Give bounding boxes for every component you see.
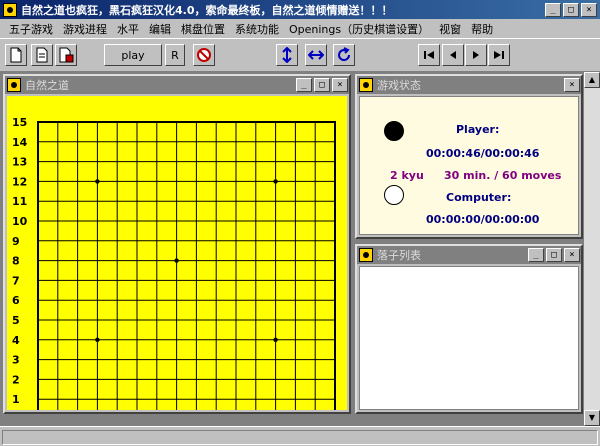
computer-stone-icon	[384, 185, 404, 205]
board-close-button[interactable]: ×	[332, 78, 348, 92]
row-label: 1	[12, 393, 20, 406]
stop-button[interactable]	[193, 44, 215, 66]
move-list-minimize-button[interactable]: _	[528, 248, 544, 262]
rotate-icon	[338, 47, 351, 62]
row-label: 3	[12, 354, 20, 367]
app-icon	[3, 2, 17, 17]
menu-edit[interactable]: 编辑	[144, 21, 176, 37]
row-label: 12	[12, 175, 27, 188]
toolbar: play R	[0, 38, 600, 72]
vertical-arrows-icon	[282, 47, 292, 63]
board-window-title-bar[interactable]: 自然之道 _ □ ×	[5, 76, 349, 94]
step-back-icon	[450, 51, 456, 59]
star-point	[273, 179, 278, 184]
move-list[interactable]	[359, 266, 579, 410]
game-board[interactable]: 151413121110987654321ABCDEFGHIJKLMNOP	[7, 96, 347, 410]
row-label: 6	[12, 294, 20, 307]
open-file-button[interactable]	[31, 44, 53, 66]
time-control-text: 30 min. / 60 moves	[444, 169, 562, 182]
star-point	[95, 179, 100, 184]
scroll-down-button[interactable]: ▼	[584, 410, 600, 426]
row-label: 4	[12, 334, 20, 347]
document-icon	[36, 47, 48, 63]
row-label: 5	[12, 314, 20, 327]
board-maximize-button[interactable]: □	[314, 78, 330, 92]
board-window-icon	[7, 78, 21, 92]
row-label: 11	[12, 195, 27, 208]
step-forward-icon	[473, 51, 479, 59]
status-window: 游戏状态 × Player: 00:00:46/00:00:46 2 kyu 3…	[355, 74, 583, 239]
row-label: 10	[12, 215, 28, 228]
level-text: 2 kyu	[390, 169, 424, 182]
mdi-workspace: 自然之道 _ □ × 151413121110987654321ABCDEFGH…	[0, 72, 600, 426]
menu-level[interactable]: 水平	[112, 21, 144, 37]
last-move-button[interactable]	[488, 44, 510, 66]
close-button[interactable]: ×	[581, 2, 597, 17]
move-list-maximize-button[interactable]: □	[546, 248, 562, 262]
row-label: 13	[12, 156, 27, 169]
horizontal-arrows-icon	[308, 50, 324, 60]
move-list-window: 落子列表 _ □ ×	[355, 244, 583, 414]
move-list-title: 落子列表	[377, 249, 421, 262]
first-move-button[interactable]	[418, 44, 440, 66]
computer-time: 00:00:00/00:00:00	[426, 213, 540, 226]
move-list-icon	[359, 248, 373, 262]
previous-move-button[interactable]	[442, 44, 464, 66]
player-label: Player:	[456, 123, 500, 136]
row-label: 14	[12, 136, 28, 149]
player-stone-icon	[384, 121, 404, 141]
new-file-icon	[10, 47, 22, 63]
player-time: 00:00:46/00:00:46	[426, 147, 540, 160]
app-title: 自然之道也疯狂，黑石疯狂汉化4.0，索命最终板，自然之道倾情赠送！！！	[21, 3, 393, 17]
play-button[interactable]: play	[104, 44, 162, 66]
board-minimize-button[interactable]: _	[296, 78, 312, 92]
next-move-button[interactable]	[465, 44, 487, 66]
maximize-button[interactable]: □	[563, 2, 579, 17]
star-point	[95, 337, 100, 342]
star-point	[273, 337, 278, 342]
scroll-up-button[interactable]: ▲	[584, 72, 600, 88]
minimize-button[interactable]: _	[545, 2, 561, 17]
status-window-icon	[359, 78, 373, 92]
move-list-close-button[interactable]: ×	[564, 248, 580, 262]
menu-game[interactable]: 五子游戏	[4, 21, 58, 37]
move-list-title-bar[interactable]: 落子列表 _ □ ×	[357, 246, 581, 264]
flip-horizontal-button[interactable]	[305, 44, 327, 66]
row-label: 7	[12, 274, 20, 287]
flip-vertical-button[interactable]	[276, 44, 298, 66]
status-close-button[interactable]: ×	[564, 78, 580, 92]
main-vertical-scrollbar[interactable]: ▲ ▼	[584, 72, 600, 426]
computer-label: Computer:	[446, 191, 512, 204]
menu-board-position[interactable]: 棋盘位置	[176, 21, 230, 37]
menu-openings[interactable]: Openings（历史棋谱设置）	[284, 21, 434, 37]
app-title-bar[interactable]: 自然之道也疯狂，黑石疯狂汉化4.0，索命最终板，自然之道倾情赠送！！！ _ □ …	[0, 0, 600, 19]
menu-system[interactable]: 系统功能	[230, 21, 284, 37]
skip-end-icon	[494, 51, 504, 59]
status-panel: Player: 00:00:46/00:00:46 2 kyu 30 min. …	[359, 96, 579, 235]
board-window: 自然之道 _ □ × 151413121110987654321ABCDEFGH…	[3, 74, 351, 414]
new-file-button[interactable]	[5, 44, 27, 66]
status-bar-panel	[2, 430, 598, 445]
menu-window[interactable]: 视窗	[434, 21, 466, 37]
row-label: 15	[12, 116, 27, 129]
no-entry-icon	[197, 48, 211, 62]
menu-bar: 五子游戏 游戏进程 水平 编辑 棋盘位置 系统功能 Openings（历史棋谱设…	[0, 19, 600, 38]
status-bar	[0, 426, 600, 446]
save-file-button[interactable]	[55, 44, 77, 66]
row-label: 9	[12, 235, 20, 248]
board-window-title: 自然之道	[25, 79, 69, 92]
menu-progress[interactable]: 游戏进程	[58, 21, 112, 37]
row-label: 2	[12, 373, 20, 386]
row-label: 8	[12, 255, 20, 268]
rotate-button[interactable]	[333, 44, 355, 66]
r-button[interactable]: R	[165, 44, 185, 66]
status-window-title: 游戏状态	[377, 79, 421, 92]
save-icon	[59, 47, 74, 63]
status-window-title-bar[interactable]: 游戏状态 ×	[357, 76, 581, 94]
menu-help[interactable]: 帮助	[466, 21, 498, 37]
star-point	[174, 258, 179, 263]
board-grid[interactable]: 151413121110987654321ABCDEFGHIJKLMNOP	[7, 96, 347, 410]
skip-start-icon	[424, 51, 434, 59]
